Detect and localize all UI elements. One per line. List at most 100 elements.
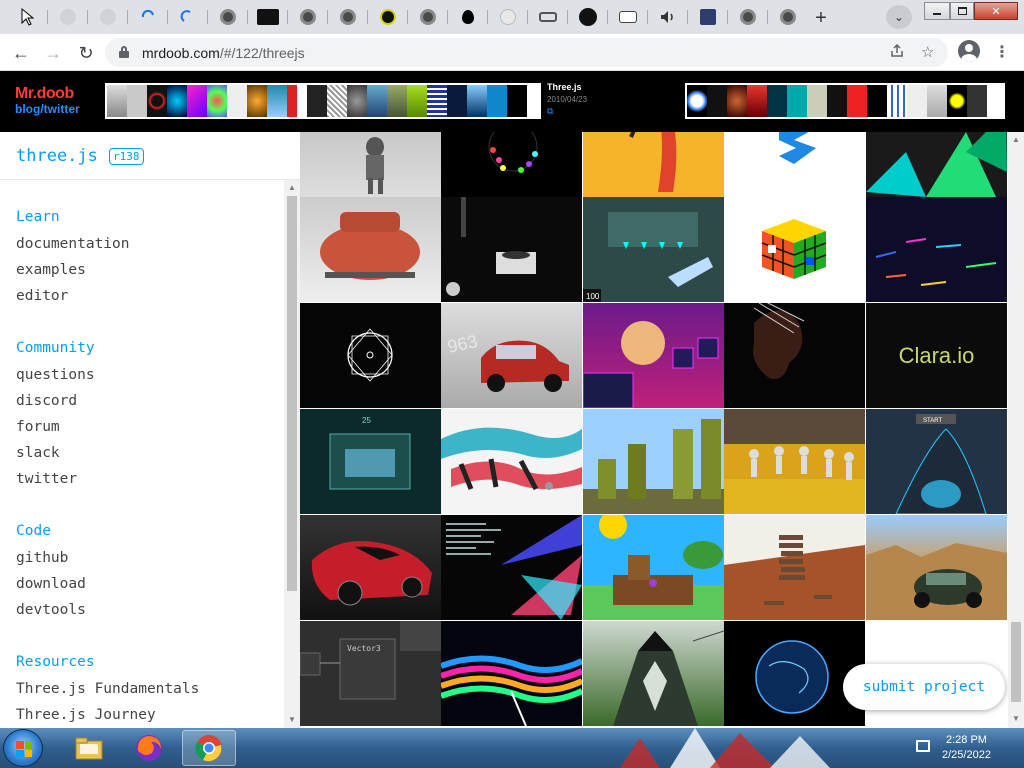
start-button[interactable] — [3, 729, 43, 767]
restore-button[interactable] — [950, 2, 974, 20]
project-thumb[interactable] — [867, 85, 887, 117]
project-tile[interactable] — [583, 515, 724, 620]
project-title[interactable]: Three.js — [547, 82, 587, 92]
project-tile[interactable] — [724, 132, 865, 197]
taskbar-chrome[interactable] — [182, 730, 236, 766]
submit-project-button[interactable]: submit project — [843, 664, 1005, 710]
taskbar-firefox[interactable] — [122, 730, 176, 766]
project-thumb[interactable] — [887, 85, 907, 117]
taskbar-clock[interactable]: 2:28 PM 2/25/2022 — [942, 733, 991, 763]
project-thumb[interactable] — [967, 85, 987, 117]
project-tile[interactable] — [583, 132, 724, 197]
back-button[interactable]: ← — [10, 42, 32, 64]
nav-editor[interactable]: editor — [16, 288, 68, 304]
project-tile[interactable]: Clara.io — [866, 303, 1007, 408]
tab[interactable] — [88, 4, 128, 30]
mrdoob-logo[interactable]: Mr.doob — [15, 85, 74, 103]
scroll-down-icon[interactable]: ▼ — [288, 715, 296, 724]
project-thumb[interactable] — [347, 85, 367, 117]
blog-twitter-link[interactable]: blog/twitter — [15, 102, 80, 116]
project-thumb[interactable] — [107, 85, 127, 117]
address-bar[interactable]: mrdoob.com/#/122/threejs ☆ — [105, 38, 948, 67]
project-tile[interactable] — [866, 515, 1007, 620]
tab[interactable] — [688, 4, 728, 30]
project-strip-left[interactable] — [105, 83, 541, 119]
project-thumb[interactable] — [927, 85, 947, 117]
nav-discord[interactable]: discord — [16, 393, 77, 409]
reload-button[interactable]: ↻ — [75, 42, 97, 64]
project-tile[interactable]: 963 — [441, 303, 582, 408]
page-scrollbar[interactable]: ▲ ▼ — [1008, 132, 1024, 728]
nav-download[interactable]: download — [16, 576, 86, 592]
tab[interactable] — [128, 4, 168, 30]
project-thumb[interactable] — [307, 85, 327, 117]
tab[interactable] — [368, 4, 408, 30]
nav-journey[interactable]: Three.js Journey — [16, 707, 156, 723]
nav-twitter[interactable]: twitter — [16, 471, 77, 487]
project-strip-right[interactable] — [685, 83, 1005, 119]
project-tile[interactable] — [866, 197, 1007, 302]
revision-badge[interactable]: r138 — [109, 148, 144, 165]
project-thumb[interactable] — [747, 85, 767, 117]
project-thumb[interactable] — [127, 85, 147, 117]
project-thumb[interactable] — [387, 85, 407, 117]
project-thumb[interactable] — [687, 85, 707, 117]
tab[interactable] — [488, 4, 528, 30]
project-thumb[interactable] — [407, 85, 427, 117]
close-button[interactable]: ✕ — [974, 2, 1018, 20]
tab[interactable] — [608, 4, 648, 30]
project-tile[interactable] — [441, 132, 582, 197]
share-button[interactable] — [889, 43, 905, 63]
bookmark-button[interactable]: ☆ — [921, 43, 934, 61]
project-tile[interactable] — [300, 303, 441, 408]
project-tile[interactable] — [724, 303, 865, 408]
project-thumb[interactable] — [467, 85, 487, 117]
project-thumb[interactable] — [767, 85, 787, 117]
project-thumb[interactable] — [187, 85, 207, 117]
project-tile[interactable] — [724, 621, 865, 726]
sidebar-scrollbar[interactable]: ▲ ▼ — [284, 180, 300, 728]
nav-github[interactable]: github — [16, 550, 68, 566]
project-thumb[interactable] — [907, 85, 927, 117]
project-thumb[interactable] — [807, 85, 827, 117]
nav-slack[interactable]: slack — [16, 445, 60, 461]
project-tile[interactable] — [441, 515, 582, 620]
project-tile[interactable] — [300, 197, 441, 302]
minimize-button[interactable] — [924, 2, 950, 20]
tab-search-button[interactable]: ⌄ — [886, 5, 912, 29]
scroll-up-icon[interactable]: ▲ — [288, 183, 296, 192]
url-text[interactable]: mrdoob.com/#/122/threejs — [142, 45, 305, 61]
nav-questions[interactable]: questions — [16, 367, 95, 383]
tab[interactable] — [408, 4, 448, 30]
tab[interactable] — [208, 4, 248, 30]
project-thumb[interactable] — [727, 85, 747, 117]
tab[interactable] — [168, 4, 208, 30]
project-thumb[interactable] — [207, 85, 227, 117]
project-tile[interactable] — [300, 515, 441, 620]
project-thumb[interactable] — [367, 85, 387, 117]
project-tile[interactable]: Vector3 — [300, 621, 441, 726]
project-thumb[interactable] — [847, 85, 867, 117]
tab[interactable] — [8, 4, 48, 30]
scroll-up-icon[interactable]: ▲ — [1012, 135, 1020, 144]
tab[interactable] — [568, 4, 608, 30]
scrollbar-thumb[interactable] — [1011, 622, 1021, 702]
project-thumb[interactable] — [267, 85, 287, 117]
scroll-down-icon[interactable]: ▼ — [1012, 714, 1020, 723]
project-tile[interactable] — [441, 621, 582, 726]
project-thumb[interactable] — [227, 85, 247, 117]
nav-documentation[interactable]: documentation — [16, 236, 130, 252]
external-link-icon[interactable]: ⧉ — [547, 106, 587, 117]
tab[interactable] — [248, 4, 288, 30]
threejs-brand[interactable]: three.js — [16, 146, 98, 166]
project-tile[interactable] — [441, 197, 582, 302]
taskbar-file-explorer[interactable] — [62, 730, 116, 766]
project-tile[interactable]: 100 — [583, 197, 724, 302]
project-thumb[interactable] — [147, 85, 167, 117]
project-tile[interactable] — [866, 132, 1007, 197]
tab[interactable] — [288, 4, 328, 30]
nav-devtools[interactable]: devtools — [16, 602, 86, 618]
project-tile[interactable] — [724, 515, 865, 620]
tab[interactable] — [728, 4, 768, 30]
tab[interactable] — [528, 4, 568, 30]
